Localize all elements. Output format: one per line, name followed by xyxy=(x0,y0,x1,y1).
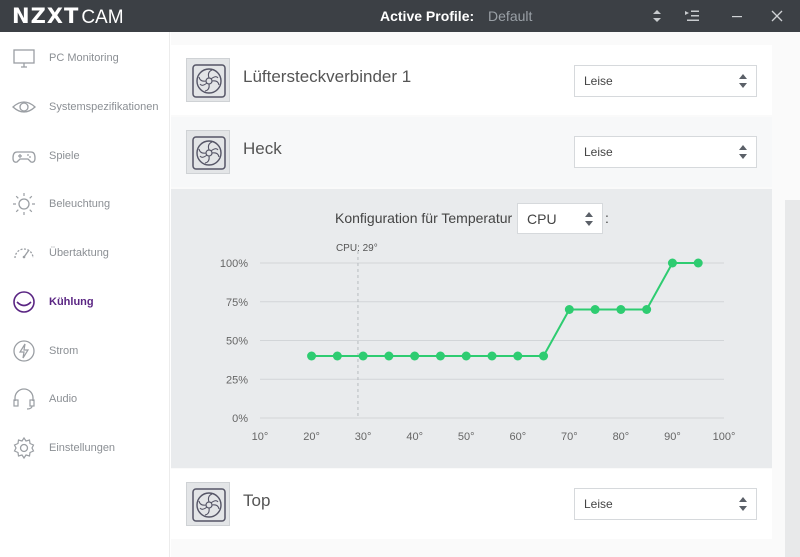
y-tick-label: 75% xyxy=(226,297,248,309)
sidebar-item-einstellungen[interactable]: Einstellungen xyxy=(0,428,170,468)
lightning-icon xyxy=(13,340,35,362)
curve-point[interactable] xyxy=(307,351,317,361)
curve-point[interactable] xyxy=(358,351,368,361)
sidebar-item-audio[interactable]: Audio xyxy=(0,379,170,419)
sidebar: PC Monitoring Systemspezifikationen Spie… xyxy=(0,32,170,557)
active-profile-label: Active Profile: xyxy=(380,8,475,24)
fan-mode-value: Leise xyxy=(584,145,613,159)
logo-product: CAM xyxy=(81,7,124,28)
curve-point[interactable] xyxy=(616,305,626,314)
select-arrows-icon xyxy=(585,212,593,226)
gamepad-icon xyxy=(12,151,36,163)
y-tick-label: 50% xyxy=(226,336,248,348)
fan-mode-value: Leise xyxy=(584,497,613,511)
curve-point[interactable] xyxy=(667,258,677,268)
x-tick-label: 90° xyxy=(664,431,681,443)
fan-mode-value: Leise xyxy=(584,74,613,88)
cpu-temperature-marker-label: CPU: 29° xyxy=(336,243,378,254)
active-profile[interactable]: Active Profile: Default xyxy=(380,8,532,24)
fan-icon xyxy=(186,58,230,102)
x-tick-label: 50° xyxy=(458,431,475,443)
sidebar-item-beleuchtung[interactable]: Beleuchtung xyxy=(0,184,170,224)
sun-icon xyxy=(13,193,35,215)
sidebar-item-label: Einstellungen xyxy=(49,442,116,454)
close-icon[interactable] xyxy=(757,0,797,32)
x-tick-label: 20° xyxy=(303,431,320,443)
fan-curve-chart[interactable]: 0% 25% 50% 75% 100% 10° 20° 30° 40° 50° 60° 70° 80° 9… xyxy=(200,238,760,453)
x-tick-label: 60° xyxy=(509,431,526,443)
sidebar-item-spiele[interactable]: Spiele xyxy=(0,136,170,176)
x-tick-label: 30° xyxy=(355,431,372,443)
temperature-source-value: CPU xyxy=(527,210,557,227)
curve-point[interactable] xyxy=(642,305,652,314)
minimize-icon[interactable] xyxy=(717,0,757,32)
y-tick-label: 100% xyxy=(220,258,248,270)
curve-point[interactable] xyxy=(384,351,394,361)
sidebar-item-uebertaktung[interactable]: Übertaktung xyxy=(0,233,170,273)
monitor-icon xyxy=(13,49,35,68)
curve-point[interactable] xyxy=(487,351,497,361)
curve-point[interactable] xyxy=(590,305,600,314)
fan-curve-line xyxy=(311,262,699,357)
fan-title: Lüftersteckverbinder 1 xyxy=(243,67,412,86)
select-arrows-icon xyxy=(739,74,747,88)
gear-icon xyxy=(13,436,35,460)
curve-point[interactable] xyxy=(410,351,420,361)
curve-point[interactable] xyxy=(332,351,342,361)
sidebar-item-label: Audio xyxy=(49,393,78,405)
title-bar: NZXT CAM Active Profile: Default xyxy=(0,0,800,32)
sidebar-item-label: Übertaktung xyxy=(49,247,109,259)
x-tick-label: 80° xyxy=(613,431,630,443)
fan-icon xyxy=(186,130,230,174)
sidebar-item-label: PC Monitoring xyxy=(49,52,119,64)
sidebar-item-pc-monitoring[interactable]: PC Monitoring xyxy=(0,38,170,78)
temperature-source-label: Konfiguration für Temperatur xyxy=(335,210,513,226)
y-tick-label: 0% xyxy=(232,413,248,425)
fan-icon xyxy=(186,482,230,526)
curve-point[interactable] xyxy=(539,351,549,361)
select-arrows-icon xyxy=(739,145,747,159)
fan-title: Heck xyxy=(243,139,282,158)
sidebar-item-strom[interactable]: Strom xyxy=(0,331,170,371)
sidebar-item-label: Systemspezifikationen xyxy=(49,101,159,113)
scrollbar[interactable] xyxy=(785,200,800,557)
fan-title: Top xyxy=(243,491,271,510)
x-tick-label: 100° xyxy=(713,431,736,443)
logo-brand: NZXT xyxy=(12,4,80,28)
x-tick-label: 70° xyxy=(561,431,578,443)
sidebar-item-systemspezifikationen[interactable]: Systemspezifikationen xyxy=(0,87,170,127)
temperature-source-suffix: : xyxy=(605,210,609,226)
x-tick-label: 10° xyxy=(252,431,269,443)
nzxt-cam-logo: NZXT CAM xyxy=(12,4,124,28)
active-profile-value: Default xyxy=(488,8,533,24)
temperature-source-select[interactable]: CPU xyxy=(517,203,603,234)
curve-point[interactable] xyxy=(513,351,523,361)
sidebar-item-label: Strom xyxy=(49,345,79,357)
cooling-icon xyxy=(13,291,35,313)
fan-mode-select[interactable]: Leise xyxy=(574,488,757,520)
fan-mode-select[interactable]: Leise xyxy=(574,65,757,97)
eye-icon xyxy=(12,101,36,113)
sidebar-item-kuehlung[interactable]: Kühlung xyxy=(0,282,170,322)
x-tick-label: 40° xyxy=(406,431,423,443)
curve-point[interactable] xyxy=(564,305,574,314)
y-tick-label: 25% xyxy=(226,374,248,386)
sidebar-item-label: Beleuchtung xyxy=(49,198,111,210)
curve-point[interactable] xyxy=(693,258,703,268)
sidebar-item-label: Spiele xyxy=(49,150,80,162)
sidebar-item-label: Kühlung xyxy=(49,296,94,308)
menu-icon[interactable] xyxy=(672,0,712,32)
curve-point[interactable] xyxy=(435,351,445,361)
gauge-icon xyxy=(14,248,34,259)
fan-mode-select[interactable]: Leise xyxy=(574,136,757,168)
select-arrows-icon xyxy=(739,497,747,511)
profile-switch-icon[interactable] xyxy=(637,0,677,32)
curve-point[interactable] xyxy=(461,351,471,361)
headset-icon xyxy=(13,388,35,410)
